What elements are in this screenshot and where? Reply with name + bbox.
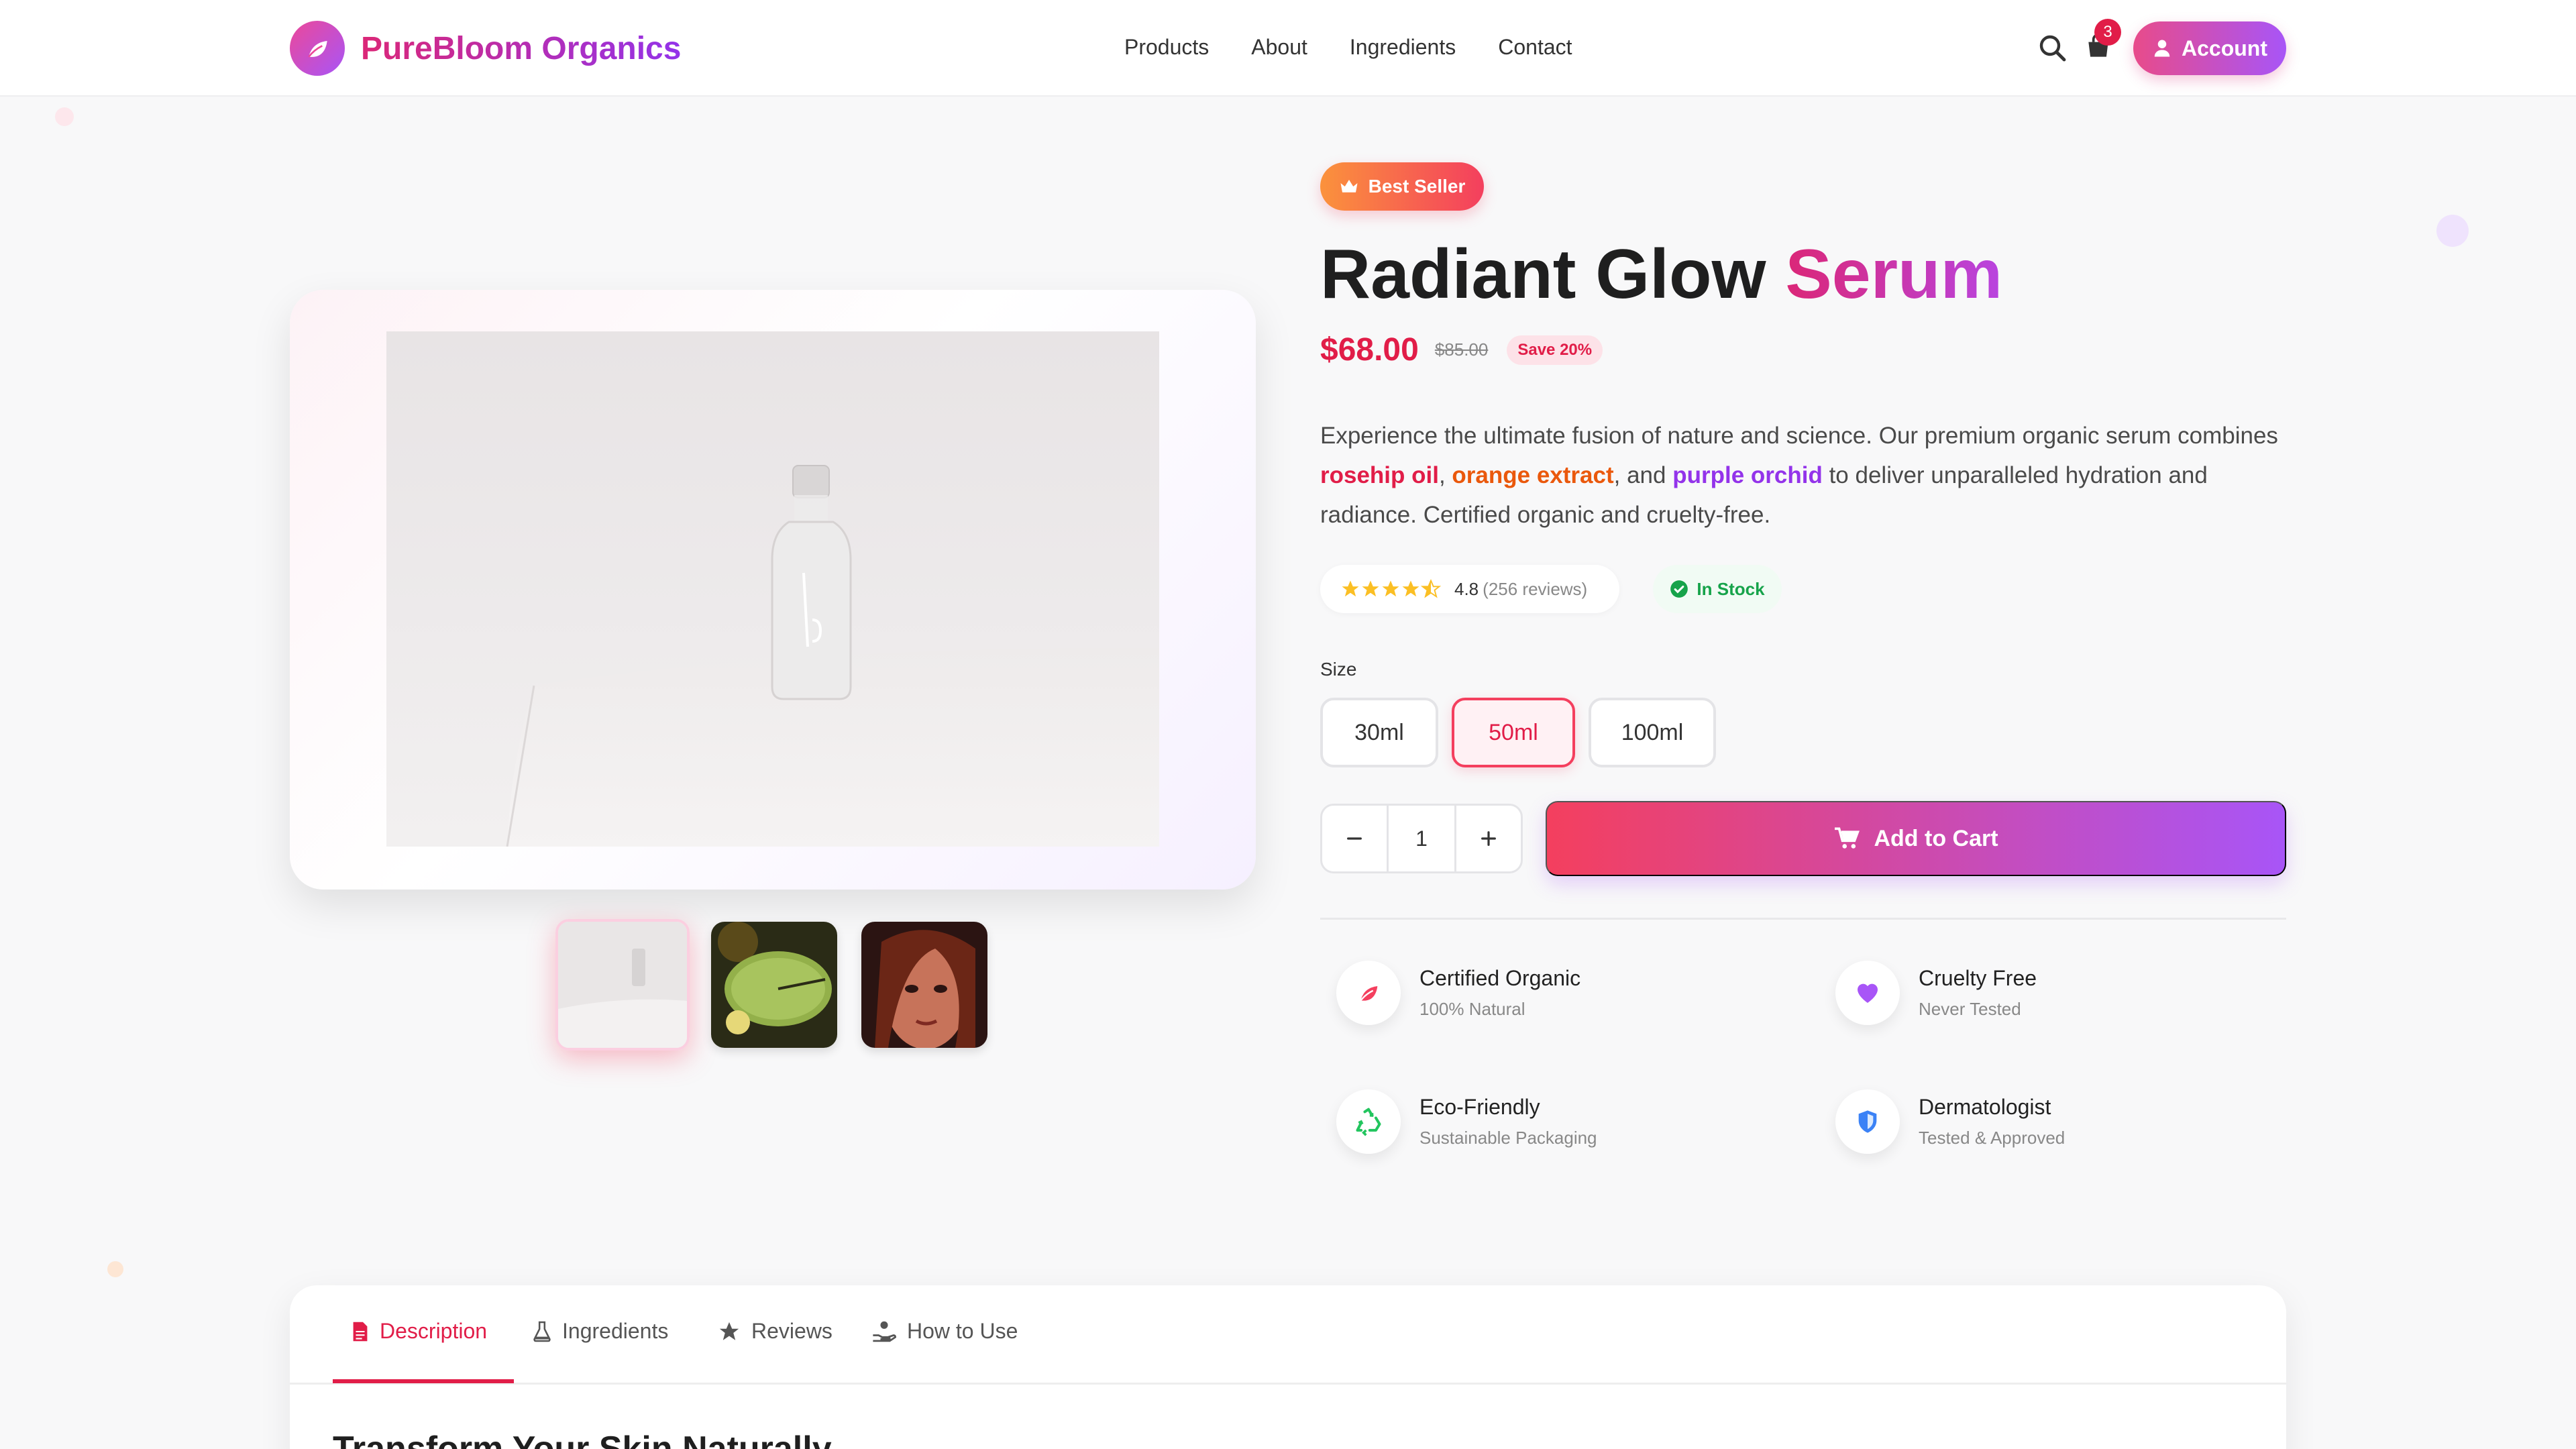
- active-tab-indicator: [333, 1379, 514, 1383]
- hand-icon: [873, 1321, 896, 1342]
- ingredient-rosehip: rosehip oil: [1320, 462, 1439, 488]
- document-icon: [353, 1322, 368, 1341]
- tab-reviews[interactable]: Reviews: [718, 1319, 833, 1344]
- best-seller-label: Best Seller: [1368, 176, 1466, 197]
- brand-name: PureBloom Organics: [361, 30, 682, 66]
- desc-sep: , and: [1613, 462, 1673, 488]
- decor-dot: [2436, 215, 2469, 247]
- feature-certified-organic: Certified Organic 100% Natural: [1336, 961, 1580, 1025]
- add-to-cart-button[interactable]: Add to Cart: [1546, 801, 2286, 876]
- feature-subtitle: Tested & Approved: [1919, 1128, 2065, 1148]
- product-title-main: Radiant Glow: [1320, 235, 1786, 313]
- size-label: Size: [1320, 659, 1357, 680]
- price-row: $68.00 $85.00 Save 20%: [1320, 331, 1603, 368]
- feature-title: Cruelty Free: [1919, 966, 2037, 990]
- rating-pill[interactable]: 4.8 (256 reviews): [1320, 565, 1619, 613]
- decor-dot: [55, 107, 74, 126]
- tab-label: Description: [380, 1319, 488, 1343]
- brand-logo[interactable]: PureBloom Organics: [290, 21, 681, 76]
- ingredient-orange: orange extract: [1452, 462, 1614, 488]
- search-icon[interactable]: [2037, 32, 2069, 64]
- tab-how-to-use[interactable]: How to Use: [872, 1319, 1018, 1344]
- leaf-icon: [1336, 961, 1401, 1025]
- save-badge: Save 20%: [1507, 335, 1603, 365]
- tab-label: Reviews: [751, 1319, 833, 1343]
- product-title-accent: Serum: [1785, 235, 2003, 313]
- plus-icon[interactable]: [1456, 806, 1521, 871]
- recycle-icon: [1336, 1089, 1401, 1154]
- feature-dermatologist: Dermatologist Tested & Approved: [1835, 1089, 2065, 1154]
- original-price: $85.00: [1434, 339, 1489, 360]
- main-nav: Products About Ingredients Contact: [1124, 35, 1615, 60]
- half-star-icon: [1421, 579, 1441, 598]
- feature-title: Eco-Friendly: [1419, 1095, 1540, 1119]
- thumbnail-2[interactable]: [711, 922, 837, 1048]
- size-option-30ml[interactable]: 30ml: [1320, 698, 1438, 767]
- thumbnail-3[interactable]: [861, 922, 987, 1048]
- feature-eco-friendly: Eco-Friendly Sustainable Packaging: [1336, 1089, 1597, 1154]
- nav-products[interactable]: Products: [1124, 35, 1209, 60]
- cart-count-badge: 3: [2094, 19, 2121, 46]
- product-description: Experience the ultimate fusion of nature…: [1320, 416, 2286, 535]
- shield-icon: [1835, 1089, 1900, 1154]
- star-rating: [1340, 579, 1441, 599]
- desc-text: Experience the ultimate fusion of nature…: [1320, 423, 2278, 449]
- site-header: PureBloom Organics Products About Ingred…: [0, 0, 2576, 97]
- rating-value: 4.8: [1454, 578, 1479, 599]
- best-seller-badge: Best Seller: [1320, 162, 1484, 211]
- size-option-100ml[interactable]: 100ml: [1589, 698, 1716, 767]
- heart-icon: [1835, 961, 1900, 1025]
- stock-label: In Stock: [1697, 578, 1765, 599]
- star-icon: [1382, 580, 1399, 597]
- flask-icon: [533, 1321, 551, 1342]
- decor-dot: [107, 1261, 123, 1277]
- account-label: Account: [2182, 36, 2267, 60]
- minus-icon[interactable]: [1322, 806, 1387, 871]
- feature-title: Dermatologist: [1919, 1095, 2051, 1119]
- stock-status: In Stock: [1653, 565, 1782, 613]
- cart-icon: [1835, 827, 1860, 849]
- tab-content-heading: Transform Your Skin Naturally: [333, 1430, 832, 1449]
- main-product-image[interactable]: [386, 331, 1159, 847]
- size-option-50ml[interactable]: 50ml: [1452, 698, 1575, 767]
- account-button[interactable]: Account: [2133, 21, 2286, 75]
- star-icon: [1362, 580, 1379, 597]
- nav-about[interactable]: About: [1251, 35, 1307, 60]
- nav-ingredients[interactable]: Ingredients: [1350, 35, 1456, 60]
- product-tabs-card: Description Ingredients Reviews How to U…: [290, 1285, 2286, 1449]
- current-price: $68.00: [1320, 332, 1419, 368]
- feature-title: Certified Organic: [1419, 966, 1581, 990]
- quantity-stepper: 1: [1320, 804, 1523, 873]
- desc-sep: ,: [1438, 462, 1452, 488]
- crown-icon: [1340, 180, 1358, 193]
- nav-contact[interactable]: Contact: [1498, 35, 1572, 60]
- divider: [1320, 918, 2286, 920]
- leaf-logo-icon: [290, 21, 345, 76]
- tab-label: How to Use: [907, 1319, 1018, 1343]
- product-title: Radiant Glow Serum: [1320, 235, 2002, 315]
- tab-label: Ingredients: [562, 1319, 669, 1343]
- feature-subtitle: 100% Natural: [1419, 999, 1525, 1019]
- star-icon: [1402, 580, 1419, 597]
- ingredient-orchid: purple orchid: [1672, 462, 1823, 488]
- quantity-value[interactable]: 1: [1387, 806, 1456, 871]
- feature-cruelty-free: Cruelty Free Never Tested: [1835, 961, 2037, 1025]
- star-icon: [1342, 580, 1359, 597]
- check-circle-icon: [1670, 580, 1688, 598]
- review-count: (256 reviews): [1483, 578, 1588, 599]
- feature-subtitle: Sustainable Packaging: [1419, 1128, 1597, 1148]
- feature-subtitle: Never Tested: [1919, 999, 2021, 1019]
- thumbnail-1[interactable]: [555, 919, 690, 1051]
- user-icon: [2154, 40, 2170, 57]
- tab-ingredients[interactable]: Ingredients: [533, 1319, 668, 1344]
- star-icon: [719, 1322, 739, 1340]
- tab-description[interactable]: Description: [352, 1319, 487, 1344]
- add-to-cart-label: Add to Cart: [1874, 825, 1998, 851]
